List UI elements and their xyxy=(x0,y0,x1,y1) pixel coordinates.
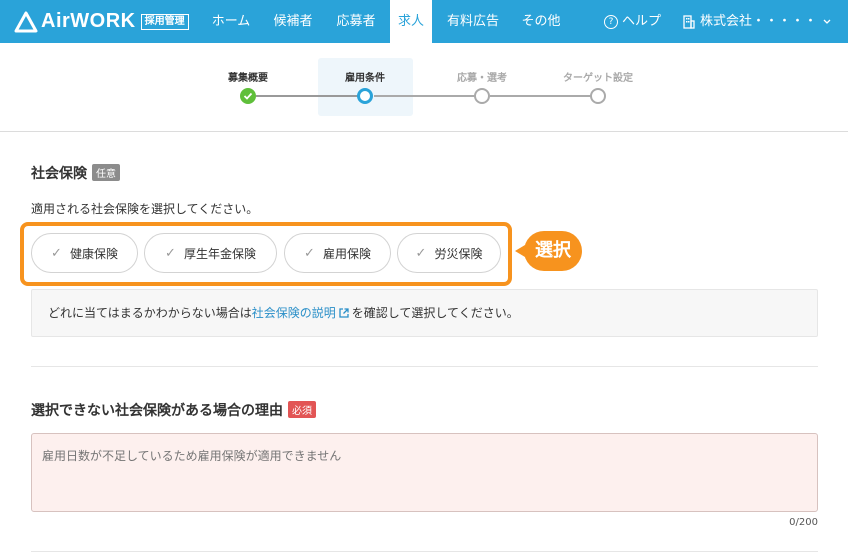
insurance-description: 適用される社会保険を選択してください。 xyxy=(31,202,259,216)
company-menu[interactable]: 株式会社・・・・・ xyxy=(682,0,832,43)
option-label: 雇用保険 xyxy=(322,246,371,261)
step-done-icon[interactable] xyxy=(240,88,256,104)
check-icon: ✓ xyxy=(165,245,176,261)
step-label-target[interactable]: ターゲット設定 xyxy=(548,69,648,84)
help-link[interactable]: ? ヘルプ xyxy=(604,0,661,43)
company-label: 株式会社・・・・・ xyxy=(700,14,818,29)
insurance-explanation-link[interactable]: 社会保険の説明 xyxy=(252,306,336,320)
option-label: 労災保険 xyxy=(434,246,483,261)
step-connector xyxy=(490,95,592,97)
nav-candidates[interactable]: 候補者 xyxy=(262,0,324,43)
check-icon: ✓ xyxy=(304,245,315,261)
step-label-conditions[interactable]: 雇用条件 xyxy=(315,69,415,84)
reason-section-title: 選択できない社会保険がある場合の理由 必須 xyxy=(31,400,316,420)
optional-badge: 任意 xyxy=(92,164,120,181)
logo-badge: 採用管理 xyxy=(140,13,189,30)
help-icon: ? xyxy=(604,14,618,29)
step-pending-icon[interactable] xyxy=(590,88,606,104)
chevron-down-icon xyxy=(823,19,831,24)
progress-stepper: 募集概要 雇用条件 応募・選考 ターゲット設定 xyxy=(0,43,848,131)
nav-paid-ads[interactable]: 有料広告 xyxy=(436,0,510,43)
step-label-overview[interactable]: 募集概要 xyxy=(198,69,298,84)
step-connector xyxy=(256,95,358,97)
top-header: AirWORK 採用管理 ホーム 候補者 応募者 求人 有料広告 その他 ? ヘ… xyxy=(0,0,848,43)
nav-other[interactable]: その他 xyxy=(510,0,572,43)
step-pending-icon[interactable] xyxy=(474,88,490,104)
section-divider xyxy=(31,366,818,367)
reason-title-text: 選択できない社会保険がある場合の理由 xyxy=(31,403,283,419)
logo-triangle-icon xyxy=(14,11,38,32)
bottom-divider xyxy=(31,551,818,552)
nav-home[interactable]: ホーム xyxy=(200,0,262,43)
building-icon xyxy=(683,14,695,29)
insurance-section-title: 社会保険 任意 xyxy=(31,163,120,183)
reason-textarea[interactable] xyxy=(31,433,818,512)
step-label-selection[interactable]: 応募・選考 xyxy=(432,69,532,84)
check-icon: ✓ xyxy=(51,245,62,261)
info-prefix: どれに当てはまるかわからない場合は xyxy=(48,306,252,320)
logo-text: AirWORK xyxy=(41,10,136,32)
option-label: 健康保険 xyxy=(69,246,118,261)
external-link-icon[interactable] xyxy=(339,308,349,318)
required-badge: 必須 xyxy=(288,401,316,418)
character-counter: 0/200 xyxy=(789,517,818,528)
insurance-option-health[interactable]: ✓ 健康保険 xyxy=(31,233,138,273)
info-suffix: を確認して選択してください。 xyxy=(351,306,519,320)
check-icon xyxy=(243,92,253,100)
insurance-info-box: どれに当てはまるかわからない場合は社会保険の説明 を確認して選択してください。 xyxy=(31,289,818,337)
stepper-divider xyxy=(0,131,848,132)
insurance-option-workers-comp[interactable]: ✓ 労災保険 xyxy=(397,233,501,273)
check-icon: ✓ xyxy=(415,245,427,261)
nav-jobs[interactable]: 求人 xyxy=(390,0,432,43)
select-callout: 選択 xyxy=(515,231,582,271)
insurance-title-text: 社会保険 xyxy=(31,166,87,182)
nav-applicants[interactable]: 応募者 xyxy=(324,0,388,43)
step-connector xyxy=(374,95,476,97)
current-step-highlight xyxy=(318,58,413,116)
insurance-option-employment[interactable]: ✓ 雇用保険 xyxy=(284,233,391,273)
airwork-logo[interactable]: AirWORK 採用管理 xyxy=(14,10,189,33)
help-label: ヘルプ xyxy=(622,14,662,29)
step-current-icon[interactable] xyxy=(357,88,373,104)
insurance-option-pension[interactable]: ✓ 厚生年金保険 xyxy=(144,233,277,273)
option-label: 厚生年金保険 xyxy=(183,246,256,261)
